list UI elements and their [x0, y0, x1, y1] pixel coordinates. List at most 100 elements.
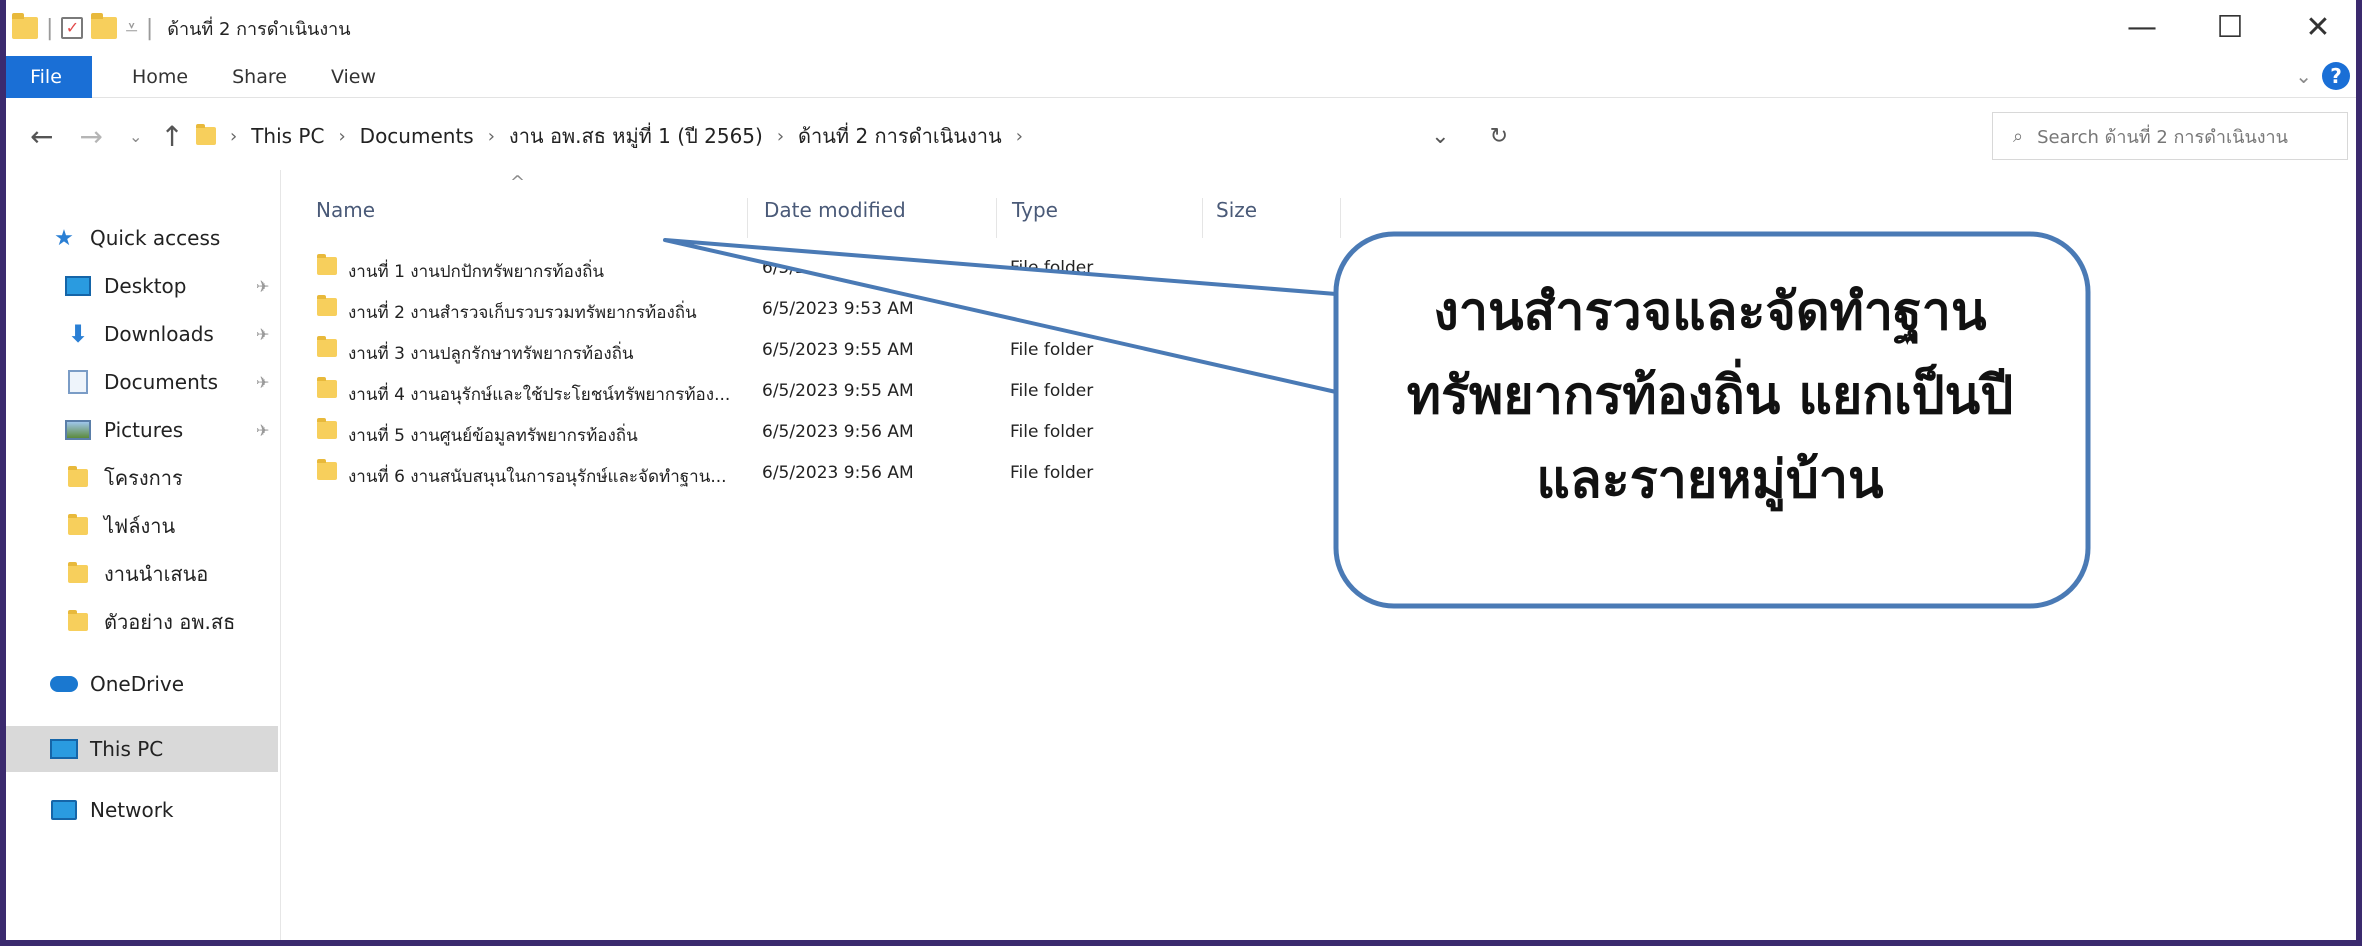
sidebar-item-desktop[interactable]: Desktop ✈ [6, 266, 278, 306]
close-button[interactable]: ✕ [2274, 0, 2362, 56]
tab-file[interactable]: File [0, 55, 92, 98]
sidebar-item-label: Quick access [90, 226, 221, 250]
search-box[interactable]: ⌕ Search ด้านที่ 2 การดำเนินงาน [1992, 112, 2348, 160]
address-bar[interactable]: › This PC › Documents › งาน อพ.สธ หมู่ที… [196, 114, 1938, 158]
new-folder-icon[interactable] [91, 13, 118, 39]
file-date: 6/5/2023 9:55 AM [762, 340, 914, 360]
sidebar-item-label: ตัวอย่าง อพ.สธ [104, 610, 236, 634]
pin-icon[interactable]: ✈ [256, 421, 269, 440]
expand-ribbon-icon[interactable]: ⌄ [2295, 64, 2312, 88]
column-divider[interactable] [996, 198, 997, 238]
sidebar-item-label: Downloads [104, 322, 214, 346]
sidebar-item-this-pc[interactable]: This PC [6, 726, 278, 772]
file-date: 6/5/2023 9:55 AM [762, 381, 914, 401]
sidebar-item-network[interactable]: Network [6, 790, 278, 830]
breadcrumb-this-pc[interactable]: This PC [251, 124, 324, 148]
pin-icon[interactable]: ✈ [256, 373, 269, 392]
network-icon [50, 800, 78, 820]
tab-home[interactable]: Home [110, 56, 210, 98]
navigation-bar: ← → ⌄ ↑ › This PC › Documents › งาน อพ.ส… [0, 110, 2362, 162]
column-header-date[interactable]: Date modified [764, 198, 906, 222]
sidebar-item-label: งานนำเสนอ [104, 562, 209, 586]
callout-line: และรายหมู่บ้าน [1536, 450, 1884, 510]
callout-text: งานสำรวจและจัดทำฐาน ทรัพยากรท้องถิ่น แยก… [1340, 270, 2080, 522]
file-date: 6/5/2023 9:56 AM [762, 463, 914, 483]
column-header-type[interactable]: Type [1012, 198, 1058, 222]
quick-access-toolbar: | ✓ ⩡ | ด้านที่ 2 การดำเนินงาน [0, 13, 351, 43]
sidebar-item-label: This PC [90, 737, 164, 761]
up-arrow-icon[interactable]: ↑ [160, 120, 183, 153]
sidebar-item-work-files[interactable]: ไฟล์งาน [6, 506, 278, 546]
file-name: งานที่ 2 งานสำรวจเก็บรวบรวมทรัพยากรท้องถ… [348, 303, 697, 323]
file-type: File folder [1010, 463, 1094, 483]
breadcrumb-documents[interactable]: Documents [360, 124, 474, 148]
address-dropdown-icon[interactable]: ⌄ [1431, 124, 1449, 149]
sidebar-item-examples[interactable]: ตัวอย่าง อพ.สธ [6, 602, 278, 642]
sidebar-item-quick-access[interactable]: ★ Quick access [6, 218, 278, 258]
window-controls: — ☐ ✕ [2098, 0, 2362, 56]
tab-share[interactable]: Share [210, 56, 309, 98]
help-icon[interactable]: ? [2322, 62, 2350, 90]
pictures-icon [64, 420, 92, 440]
search-icon: ⌕ [2013, 125, 2024, 147]
sidebar-item-projects[interactable]: โครงการ [6, 458, 278, 498]
navigation-pane: ★ Quick access Desktop ✈ ⬇ Downloads ✈ D… [6, 170, 281, 940]
table-row[interactable]: งานที่ 3 งานปลูกรักษาทรัพยากรท้องถิ่น 6/… [282, 330, 1282, 370]
sidebar-item-downloads[interactable]: ⬇ Downloads ✈ [6, 314, 278, 354]
column-divider[interactable] [747, 198, 748, 238]
file-date: 6/5/2023 9:53 AM [762, 299, 914, 319]
callout-line: ทรัพยากรท้องถิ่น แยกเป็นปี [1406, 366, 2014, 426]
column-divider[interactable] [1202, 198, 1203, 238]
refresh-icon[interactable]: ↻ [1490, 124, 1508, 149]
forward-arrow-icon[interactable]: → [79, 120, 102, 153]
file-date: 6/5/2023 9:53 AM [762, 258, 914, 278]
breadcrumb-current[interactable]: ด้านที่ 2 การดำเนินงาน [798, 120, 1002, 152]
table-row[interactable]: งานที่ 6 งานสนับสนุนในการอนุรักษ์และจัดท… [282, 453, 1282, 493]
folder-icon [317, 295, 337, 321]
minimize-button[interactable]: — [2098, 0, 2186, 56]
chevron-right-icon[interactable]: › [1016, 126, 1023, 147]
table-row[interactable]: งานที่ 2 งานสำรวจเก็บรวบรวมทรัพยากรท้องถ… [282, 289, 1282, 329]
tab-view[interactable]: View [309, 56, 398, 98]
column-divider[interactable] [1340, 198, 1341, 238]
sidebar-item-label: Desktop [104, 274, 187, 298]
separator: | [46, 15, 54, 41]
table-row[interactable]: งานที่ 4 งานอนุรักษ์และใช้ประโยชน์ทรัพยา… [282, 371, 1282, 411]
properties-icon[interactable]: ✓ [61, 17, 84, 39]
sidebar-item-pictures[interactable]: Pictures ✈ [6, 410, 278, 450]
sidebar-item-documents[interactable]: Documents ✈ [6, 362, 278, 402]
recent-locations-icon[interactable]: ⌄ [129, 127, 142, 146]
column-header-name[interactable]: Name [316, 198, 375, 222]
qat-dropdown-icon[interactable]: ⩡ [125, 16, 137, 41]
chevron-right-icon[interactable]: › [777, 126, 784, 147]
chevron-right-icon[interactable]: › [488, 126, 495, 147]
breadcrumb-project[interactable]: งาน อพ.สธ หมู่ที่ 1 (ปี 2565) [509, 120, 763, 152]
star-icon: ★ [54, 225, 74, 251]
title-bar: | ✓ ⩡ | ด้านที่ 2 การดำเนินงาน — ☐ ✕ [0, 0, 2362, 56]
file-date: 6/5/2023 9:56 AM [762, 422, 914, 442]
table-row[interactable]: งานที่ 5 งานศูนย์ข้อมูลทรัพยากรท้องถิ่น … [282, 412, 1282, 452]
sidebar-item-label: ไฟล์งาน [104, 514, 176, 538]
file-name: งานที่ 6 งานสนับสนุนในการอนุรักษ์และจัดท… [348, 467, 727, 487]
table-row[interactable]: งานที่ 1 งานปกปักทรัพยากรท้องถิ่น 6/5/20… [282, 248, 1282, 288]
chevron-right-icon[interactable]: › [338, 126, 345, 147]
sidebar-item-label: Documents [104, 370, 219, 394]
sidebar-item-presentations[interactable]: งานนำเสนอ [6, 554, 278, 594]
sidebar-item-label: โครงการ [104, 466, 183, 490]
ribbon-help: ⌄ ? [2295, 62, 2350, 90]
sidebar-item-onedrive[interactable]: OneDrive [6, 664, 278, 704]
file-name: งานที่ 3 งานปลูกรักษาทรัพยากรท้องถิ่น [348, 344, 634, 364]
pin-icon[interactable]: ✈ [256, 325, 269, 344]
sidebar-item-label: OneDrive [90, 672, 185, 696]
folder-icon [64, 610, 92, 631]
maximize-button[interactable]: ☐ [2186, 0, 2274, 56]
column-header-size[interactable]: Size [1216, 198, 1257, 222]
address-actions: ⌄ ↻ [1431, 124, 1508, 149]
desktop-icon [64, 276, 92, 296]
pin-icon[interactable]: ✈ [256, 277, 269, 296]
sidebar-item-label: Pictures [104, 418, 184, 442]
chevron-right-icon[interactable]: › [230, 126, 237, 147]
file-type: File folder [1010, 381, 1094, 401]
back-arrow-icon[interactable]: ← [30, 120, 53, 153]
folder-icon [12, 13, 38, 39]
